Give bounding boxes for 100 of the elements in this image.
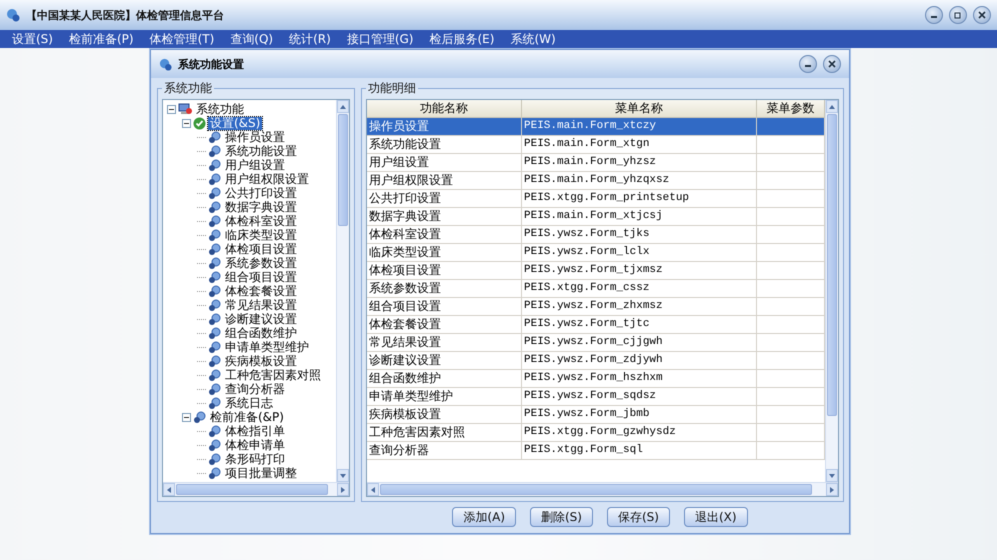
tree-item[interactable]: 系统功能设置 bbox=[223, 144, 299, 158]
column-header[interactable]: 菜单参数 bbox=[757, 100, 825, 118]
menu-item[interactable]: 系统(W) bbox=[502, 30, 564, 48]
tree-item[interactable]: 常见结果设置 bbox=[223, 298, 299, 312]
table-row[interactable]: 疾病模板设置 PEIS.ywsz.Form_jbmb bbox=[367, 406, 825, 424]
scroll-left-icon[interactable] bbox=[369, 486, 377, 494]
collapse-icon[interactable] bbox=[182, 118, 191, 128]
table-row[interactable]: 公共打印设置 PEIS.xtgg.Form_printsetup bbox=[367, 190, 825, 208]
tree-item[interactable]: 操作员设置 bbox=[223, 130, 287, 144]
table-cell: PEIS.xtgg.Form_cssz bbox=[522, 280, 757, 298]
tree-item[interactable]: 组合函数维护 bbox=[223, 326, 299, 340]
scroll-down-icon[interactable] bbox=[339, 472, 347, 480]
table-row[interactable]: 数据字典设置 PEIS.main.Form_xtjcsj bbox=[367, 208, 825, 226]
table-cell: PEIS.ywsz.Form_cjjgwh bbox=[522, 334, 757, 352]
tree-item[interactable]: 系统日志 bbox=[223, 396, 275, 410]
table-row[interactable]: 组合项目设置 PEIS.ywsz.Form_zhxmsz bbox=[367, 298, 825, 316]
minimize-button[interactable] bbox=[925, 6, 943, 24]
close-button[interactable] bbox=[823, 55, 841, 73]
table-cell: 体检科室设置 bbox=[367, 226, 522, 244]
horizontal-scrollbar[interactable] bbox=[163, 482, 349, 496]
tree-item[interactable]: 数据字典设置 bbox=[223, 200, 299, 214]
table-cell: 体检项目设置 bbox=[367, 262, 522, 280]
menu-item[interactable]: 设置(S) bbox=[4, 30, 61, 48]
scroll-thumb[interactable] bbox=[176, 484, 328, 495]
table-row[interactable]: 组合函数维护 PEIS.ywsz.Form_hszhxm bbox=[367, 370, 825, 388]
tree-item[interactable]: 体检指引单 bbox=[223, 424, 287, 438]
scroll-left-icon[interactable] bbox=[165, 486, 173, 494]
scroll-right-icon[interactable] bbox=[828, 486, 836, 494]
tree-item[interactable]: 条形码打印 bbox=[223, 452, 287, 466]
scroll-up-icon[interactable] bbox=[339, 102, 347, 110]
scroll-thumb[interactable] bbox=[380, 484, 812, 495]
tree-item[interactable]: 体检项目设置 bbox=[223, 242, 299, 256]
scroll-up-icon[interactable] bbox=[828, 102, 836, 110]
column-header[interactable]: 功能名称 bbox=[367, 100, 522, 118]
table-row[interactable]: 体检项目设置 PEIS.ywsz.Form_tjxmsz bbox=[367, 262, 825, 280]
table-row[interactable]: 用户组设置 PEIS.main.Form_yhzsz bbox=[367, 154, 825, 172]
dialog-button[interactable]: 保存(S) bbox=[606, 507, 670, 527]
tree-item[interactable]: 查询分析器 bbox=[223, 382, 287, 396]
table-row[interactable]: 系统功能设置 PEIS.main.Form_xtgn bbox=[367, 136, 825, 154]
tree-item[interactable]: 用户组权限设置 bbox=[223, 172, 311, 186]
tree-item[interactable]: 用户组设置 bbox=[223, 158, 287, 172]
horizontal-scrollbar[interactable] bbox=[367, 482, 838, 496]
collapse-icon[interactable] bbox=[182, 412, 191, 422]
collapse-icon[interactable] bbox=[167, 104, 176, 114]
tree-item[interactable]: 疾病模板设置 bbox=[223, 354, 299, 368]
close-button[interactable] bbox=[973, 6, 991, 24]
menu-item[interactable]: 统计(R) bbox=[281, 30, 339, 48]
tree-item[interactable]: 设置(&S) bbox=[208, 116, 262, 130]
table-cell: PEIS.ywsz.Form_jbmb bbox=[522, 406, 757, 424]
tree-item[interactable]: 组合项目设置 bbox=[223, 270, 299, 284]
tree-item[interactable]: 系统功能 bbox=[194, 102, 246, 116]
table-row[interactable]: 用户组权限设置 PEIS.main.Form_yhzqxsz bbox=[367, 172, 825, 190]
dialog-button[interactable]: 删除(S) bbox=[530, 507, 593, 527]
tree-item[interactable]: 项目批量调整 bbox=[223, 466, 299, 480]
column-header[interactable]: 菜单名称 bbox=[522, 100, 757, 118]
tree-item[interactable]: 体检套餐设置 bbox=[223, 284, 299, 298]
group-title: 系统功能 bbox=[163, 80, 213, 97]
scroll-down-icon[interactable] bbox=[828, 472, 836, 480]
table-row[interactable]: 体检科室设置 PEIS.ywsz.Form_tjks bbox=[367, 226, 825, 244]
table-row[interactable]: 诊断建议设置 PEIS.ywsz.Form_zdjywh bbox=[367, 352, 825, 370]
restore-icon[interactable] bbox=[954, 11, 962, 19]
scroll-thumb[interactable] bbox=[827, 114, 837, 416]
close-icon[interactable] bbox=[978, 11, 986, 19]
menu-item[interactable]: 接口管理(G) bbox=[338, 30, 422, 48]
tree-item[interactable]: 公共打印设置 bbox=[223, 186, 299, 200]
menu-item[interactable]: 体检管理(T) bbox=[142, 30, 222, 48]
menu-item[interactable]: 检前准备(P) bbox=[60, 30, 142, 48]
vertical-scrollbar[interactable] bbox=[825, 100, 838, 482]
dialog-button[interactable]: 添加(A) bbox=[452, 507, 516, 527]
table-row[interactable]: 查询分析器 PEIS.xtgg.Form_sql bbox=[367, 442, 825, 460]
tree-item[interactable]: 申请单类型维护 bbox=[223, 340, 311, 354]
dialog-title: 系统功能设置 bbox=[178, 56, 245, 72]
table-row[interactable]: 操作员设置 PEIS.main.Form_xtczy bbox=[367, 118, 825, 136]
table-row[interactable]: 申请单类型维护 PEIS.ywsz.Form_sqdsz bbox=[367, 388, 825, 406]
table-row[interactable]: 系统参数设置 PEIS.xtgg.Form_cssz bbox=[367, 280, 825, 298]
scroll-thumb[interactable] bbox=[338, 114, 348, 226]
table-cell: 组合函数维护 bbox=[367, 370, 522, 388]
tree-item[interactable]: 体检科室设置 bbox=[223, 214, 299, 228]
scroll-right-icon[interactable] bbox=[339, 486, 347, 494]
table-cell: 系统参数设置 bbox=[367, 280, 522, 298]
dialog-button[interactable]: 退出(X) bbox=[684, 507, 748, 527]
menu-item[interactable]: 查询(Q) bbox=[222, 30, 282, 48]
tree-item[interactable]: 系统参数设置 bbox=[223, 256, 299, 270]
table-row[interactable]: 工种危害因素对照 PEIS.xtgg.Form_gzwhysdz bbox=[367, 424, 825, 442]
table-cell: 用户组权限设置 bbox=[367, 172, 522, 190]
close-icon[interactable] bbox=[828, 60, 836, 68]
table-row[interactable]: 体检套餐设置 PEIS.ywsz.Form_tjtc bbox=[367, 316, 825, 334]
tree-item[interactable]: 检前准备(&P) bbox=[208, 410, 286, 424]
restore-button[interactable] bbox=[949, 6, 967, 24]
menu-item[interactable]: 检后服务(E) bbox=[421, 30, 502, 48]
table-cell: PEIS.main.Form_xtgn bbox=[522, 136, 757, 154]
tree-item[interactable]: 工种危害因素对照 bbox=[223, 368, 323, 382]
tree-item[interactable]: 体检申请单 bbox=[223, 438, 287, 452]
tree-item[interactable]: 诊断建议设置 bbox=[223, 312, 299, 326]
tree-item[interactable]: 临床类型设置 bbox=[223, 228, 299, 242]
minimize-button[interactable] bbox=[799, 55, 817, 73]
vertical-scrollbar[interactable] bbox=[336, 100, 349, 482]
table-cell: PEIS.xtgg.Form_gzwhysdz bbox=[522, 424, 757, 442]
table-row[interactable]: 临床类型设置 PEIS.ywsz.Form_lclx bbox=[367, 244, 825, 262]
table-row[interactable]: 常见结果设置 PEIS.ywsz.Form_cjjgwh bbox=[367, 334, 825, 352]
